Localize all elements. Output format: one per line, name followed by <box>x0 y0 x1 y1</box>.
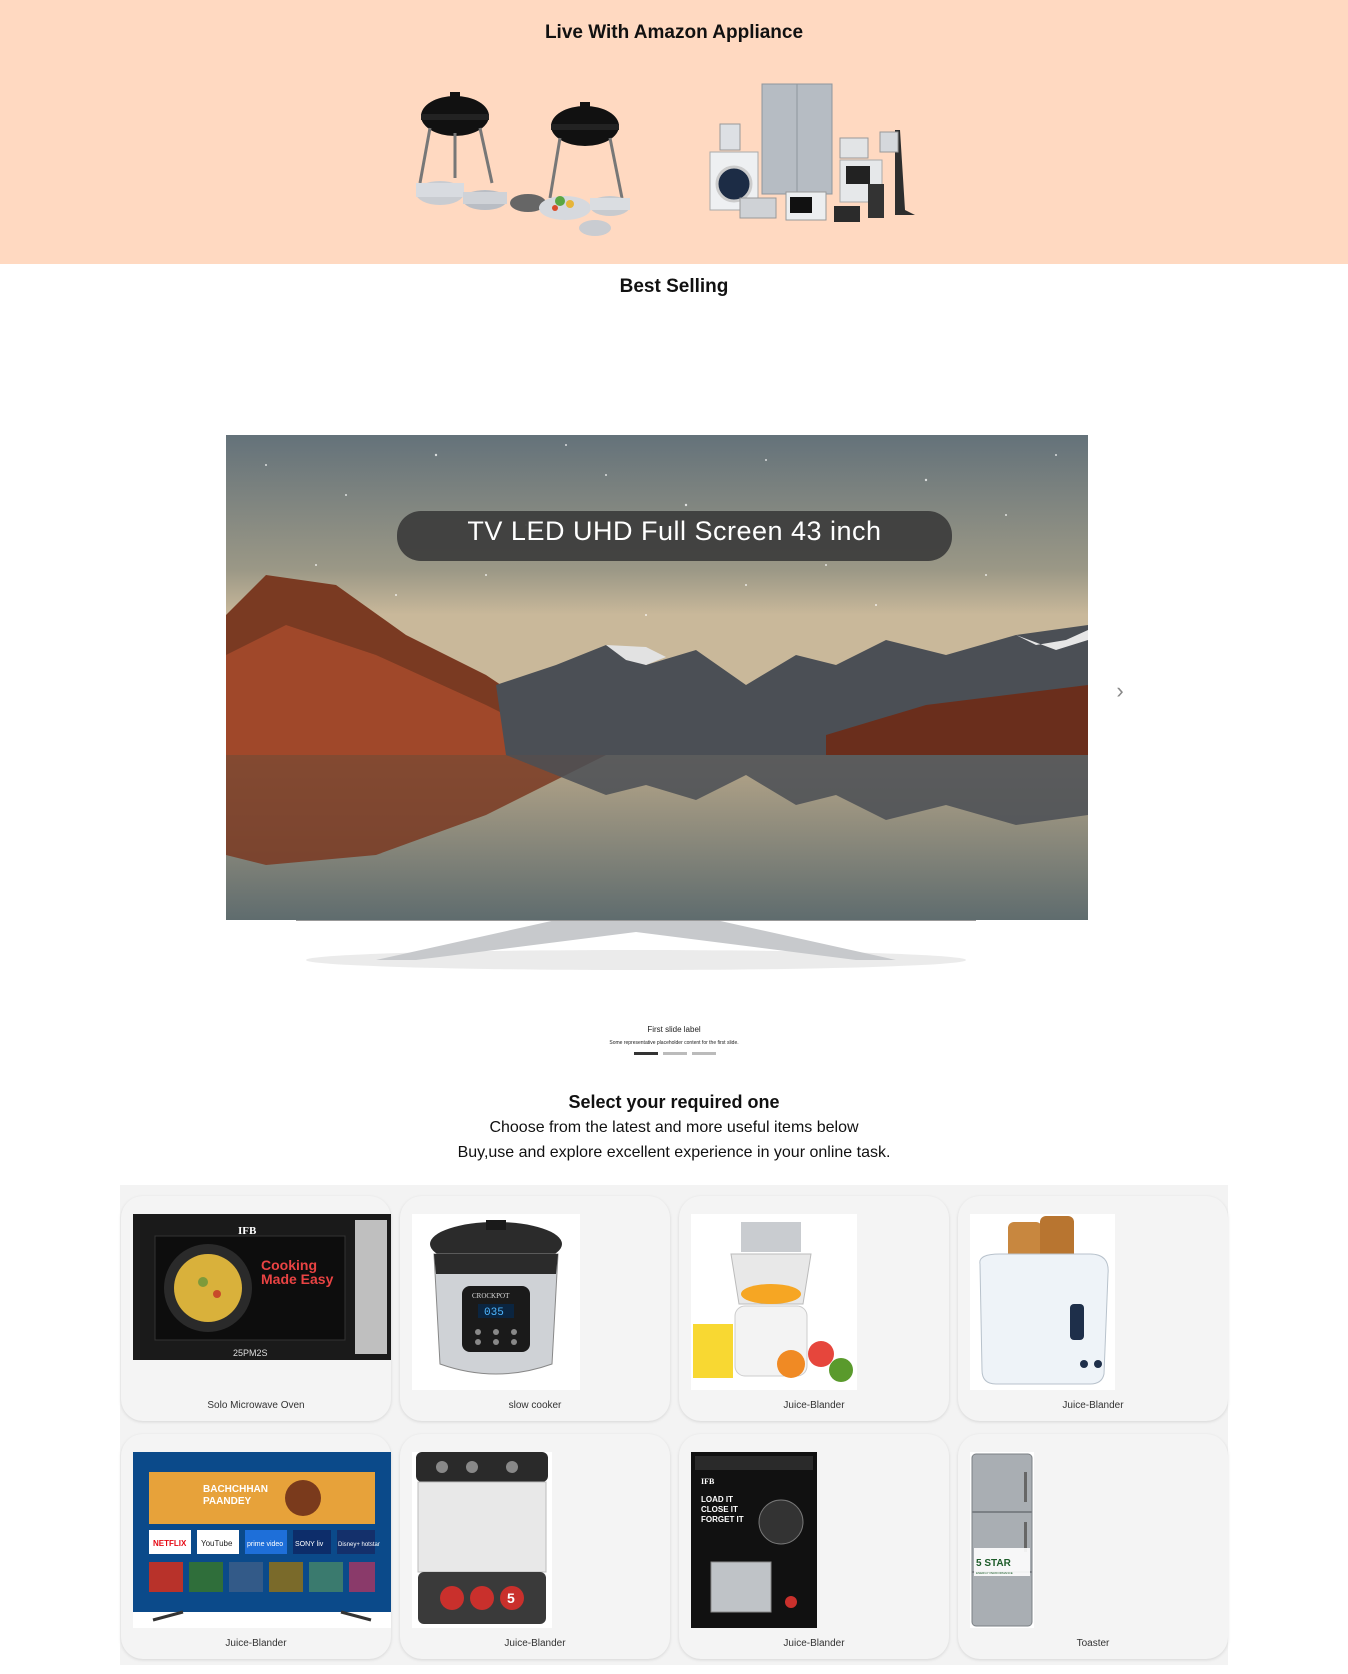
product-label: Toaster <box>1076 1638 1110 1649</box>
smart-tv-image: BACHCHHAN PAANDEY NETFLIX YouTube prime … <box>133 1452 391 1628</box>
tv-app-youtube: YouTube <box>201 1539 233 1548</box>
tv-banner-2: PAANDEY <box>203 1496 251 1507</box>
tv-app-hotstar: Disney+ hotstar <box>338 1542 380 1548</box>
refrigerator-image: 5 STAR ENERGY PERFORMANCE <box>970 1452 1034 1628</box>
tv-app-netflix: NETFLIX <box>153 1539 187 1548</box>
carousel-indicator-2[interactable] <box>663 1052 687 1055</box>
product-card-juicer[interactable]: Juice-Blander <box>679 1196 949 1421</box>
cooker-brand: CROCKPOT <box>472 1292 510 1300</box>
microwave-brand: IFB <box>238 1225 257 1237</box>
mountain-lake-image <box>226 435 1088 920</box>
product-label: slow cooker <box>508 1400 562 1411</box>
washing-machine-image: 5 <box>412 1452 552 1628</box>
hero-title: Live With Amazon Appliance <box>544 22 804 43</box>
fridge-badge-1: 5 STAR <box>976 1558 1012 1569</box>
slide-description: Some representative placeholder content … <box>609 1040 739 1046</box>
carousel-indicators <box>634 1052 716 1055</box>
carousel-slide-image: TV LED UHD Full Screen 43 inch <box>226 435 1088 920</box>
best-selling-title: Best Selling <box>619 276 729 297</box>
juicer-image <box>691 1214 857 1390</box>
carousel: TV LED UHD Full Screen 43 inch <box>226 435 1088 980</box>
hero-banner: Live With Amazon Appliance <box>0 0 1348 264</box>
select-subtitle-2: Buy,use and explore excellent experience… <box>457 1144 891 1161</box>
washer-badge: 5 <box>507 1590 515 1606</box>
toaster-image <box>970 1214 1115 1390</box>
dishwasher-line-1: LOAD IT <box>701 1495 733 1504</box>
dishwasher-line-3: FORGET IT <box>701 1515 744 1524</box>
product-card-cooker[interactable]: 035 CROCKPOT slow cooker <box>400 1196 670 1421</box>
product-card-fridge[interactable]: 5 STAR ENERGY PERFORMANCE Toaster <box>958 1434 1228 1659</box>
select-subtitle-1: Choose from the latest and more useful i… <box>489 1119 859 1136</box>
product-card-microwave[interactable]: Cooking Made Easy IFB 25PM2S Solo Microw… <box>121 1196 391 1421</box>
cooker-display: 035 <box>484 1307 504 1319</box>
page: Live With Amazon Appliance Best Selling … <box>0 0 1348 1674</box>
tv-app-sonyliv: SONY liv <box>295 1541 324 1548</box>
slow-cooker-image: 035 CROCKPOT <box>412 1214 580 1390</box>
dishwasher-image: IFB LOAD IT CLOSE IT FORGET IT <box>691 1452 817 1628</box>
microwave-headline-2: Made Easy <box>261 1271 334 1287</box>
tv-banner-1: BACHCHHAN <box>203 1484 268 1495</box>
fridge-badge-2: ENERGY PERFORMANCE <box>976 1571 1013 1575</box>
carousel-indicator-3[interactable] <box>692 1052 716 1055</box>
product-card-toaster[interactable]: Juice-Blander <box>958 1196 1228 1421</box>
carousel-next-icon[interactable]: › <box>1110 679 1130 703</box>
product-card-tv[interactable]: BACHCHHAN PAANDEY NETFLIX YouTube prime … <box>121 1434 391 1659</box>
tv-app-prime: prime video <box>247 1541 283 1548</box>
product-label: Juice-Blander <box>783 1400 845 1411</box>
product-card-dishwasher[interactable]: IFB LOAD IT CLOSE IT FORGET IT Juice-Bla… <box>679 1434 949 1659</box>
dishwasher-line-2: CLOSE IT <box>701 1505 738 1514</box>
appliances-image <box>709 83 915 222</box>
carousel-caption: TV LED UHD Full Screen 43 inch <box>397 511 952 561</box>
cookware-image <box>416 92 630 236</box>
microwave-image: Cooking Made Easy IFB 25PM2S <box>133 1214 391 1360</box>
microwave-model: 25PM2S <box>233 1348 268 1358</box>
product-label: Juice-Blander <box>504 1638 566 1649</box>
product-label: Solo Microwave Oven <box>207 1400 305 1411</box>
tv-stand <box>296 920 976 970</box>
carousel-indicator-1[interactable] <box>634 1052 658 1055</box>
slide-label: First slide label <box>647 1025 701 1034</box>
product-card-washer[interactable]: 5 Juice-Blander <box>400 1434 670 1659</box>
product-label: Juice-Blander <box>1062 1400 1124 1411</box>
product-label: Juice-Blander <box>783 1638 845 1649</box>
product-label: Juice-Blander <box>225 1638 287 1649</box>
dishwasher-brand: IFB <box>701 1477 715 1486</box>
select-title: Select your required one <box>568 1092 780 1112</box>
